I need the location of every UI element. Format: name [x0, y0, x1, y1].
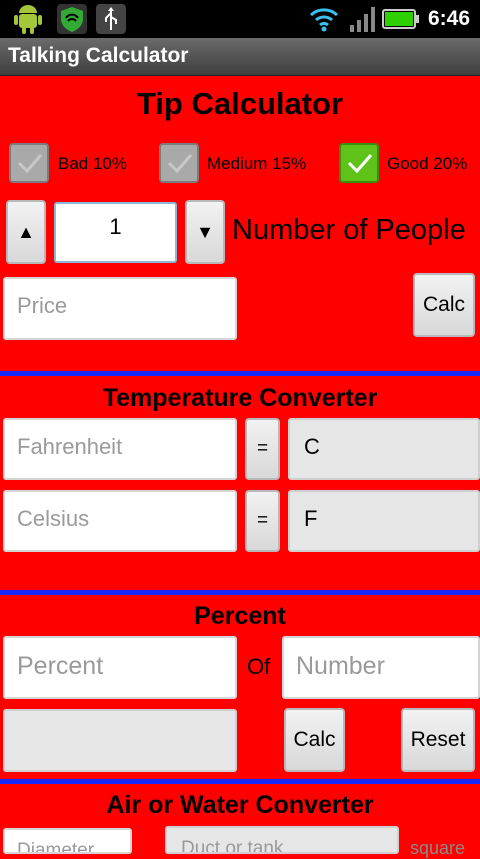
bad-tip-label: Bad 10%	[58, 154, 127, 173]
check-icon	[17, 154, 43, 174]
signal-icon	[350, 7, 375, 32]
price-input[interactable]: Price	[3, 277, 237, 340]
section-divider	[0, 779, 480, 784]
usb-icon	[96, 4, 126, 34]
duct-or-tank-field[interactable]: Duct or tank	[165, 826, 399, 854]
check-icon	[347, 154, 373, 174]
status-time: 6:46	[427, 7, 470, 30]
diameter-input[interactable]: Diameter	[3, 828, 132, 854]
temperature-converter-title: Temperature Converter	[102, 384, 378, 412]
check-icon	[167, 154, 193, 174]
percent-reset-button[interactable]: Reset	[401, 708, 475, 772]
wifi-icon	[309, 8, 339, 32]
square-label: square	[410, 838, 466, 858]
medium-tip-label: Medium 15%	[207, 154, 307, 173]
tip-calc-button[interactable]: Calc	[413, 273, 475, 337]
fahrenheit-input[interactable]: Fahrenheit	[3, 418, 237, 480]
percent-calc-button[interactable]: Calc	[284, 708, 345, 772]
celsius-result: C	[288, 418, 480, 480]
security-shield-icon	[57, 4, 87, 34]
medium-tip-checkbox[interactable]	[159, 143, 199, 183]
tip-calculator-title: Tip Calculator	[136, 86, 344, 121]
people-count-input[interactable]: 1	[54, 202, 177, 263]
app-title-bar: Talking Calculator	[0, 38, 480, 76]
app-title: Talking Calculator	[8, 44, 189, 67]
android-icon	[14, 5, 42, 34]
status-bar: 6:46	[0, 0, 480, 38]
fahrenheit-result: F	[288, 490, 480, 552]
increase-people-button[interactable]: ▲	[6, 200, 46, 264]
good-tip-checkbox[interactable]	[339, 143, 379, 183]
battery-icon	[382, 9, 419, 29]
section-divider	[0, 590, 480, 595]
percent-input[interactable]: Percent	[3, 636, 237, 699]
celsius-input[interactable]: Celsius	[3, 490, 237, 552]
number-of-people-label: Number of People	[232, 214, 466, 246]
celsius-equals-button[interactable]: =	[245, 490, 280, 552]
good-tip-label: Good 20%	[387, 154, 468, 173]
fahrenheit-equals-button[interactable]: =	[245, 418, 280, 480]
decrease-people-button[interactable]: ▼	[185, 200, 225, 264]
percent-title: Percent	[194, 602, 286, 630]
bad-tip-checkbox[interactable]	[9, 143, 49, 183]
section-divider	[0, 371, 480, 376]
air-water-converter-title: Air or Water Converter	[106, 791, 374, 819]
number-input[interactable]: Number	[282, 636, 480, 699]
of-label: Of	[247, 654, 271, 679]
percent-result	[3, 709, 237, 772]
